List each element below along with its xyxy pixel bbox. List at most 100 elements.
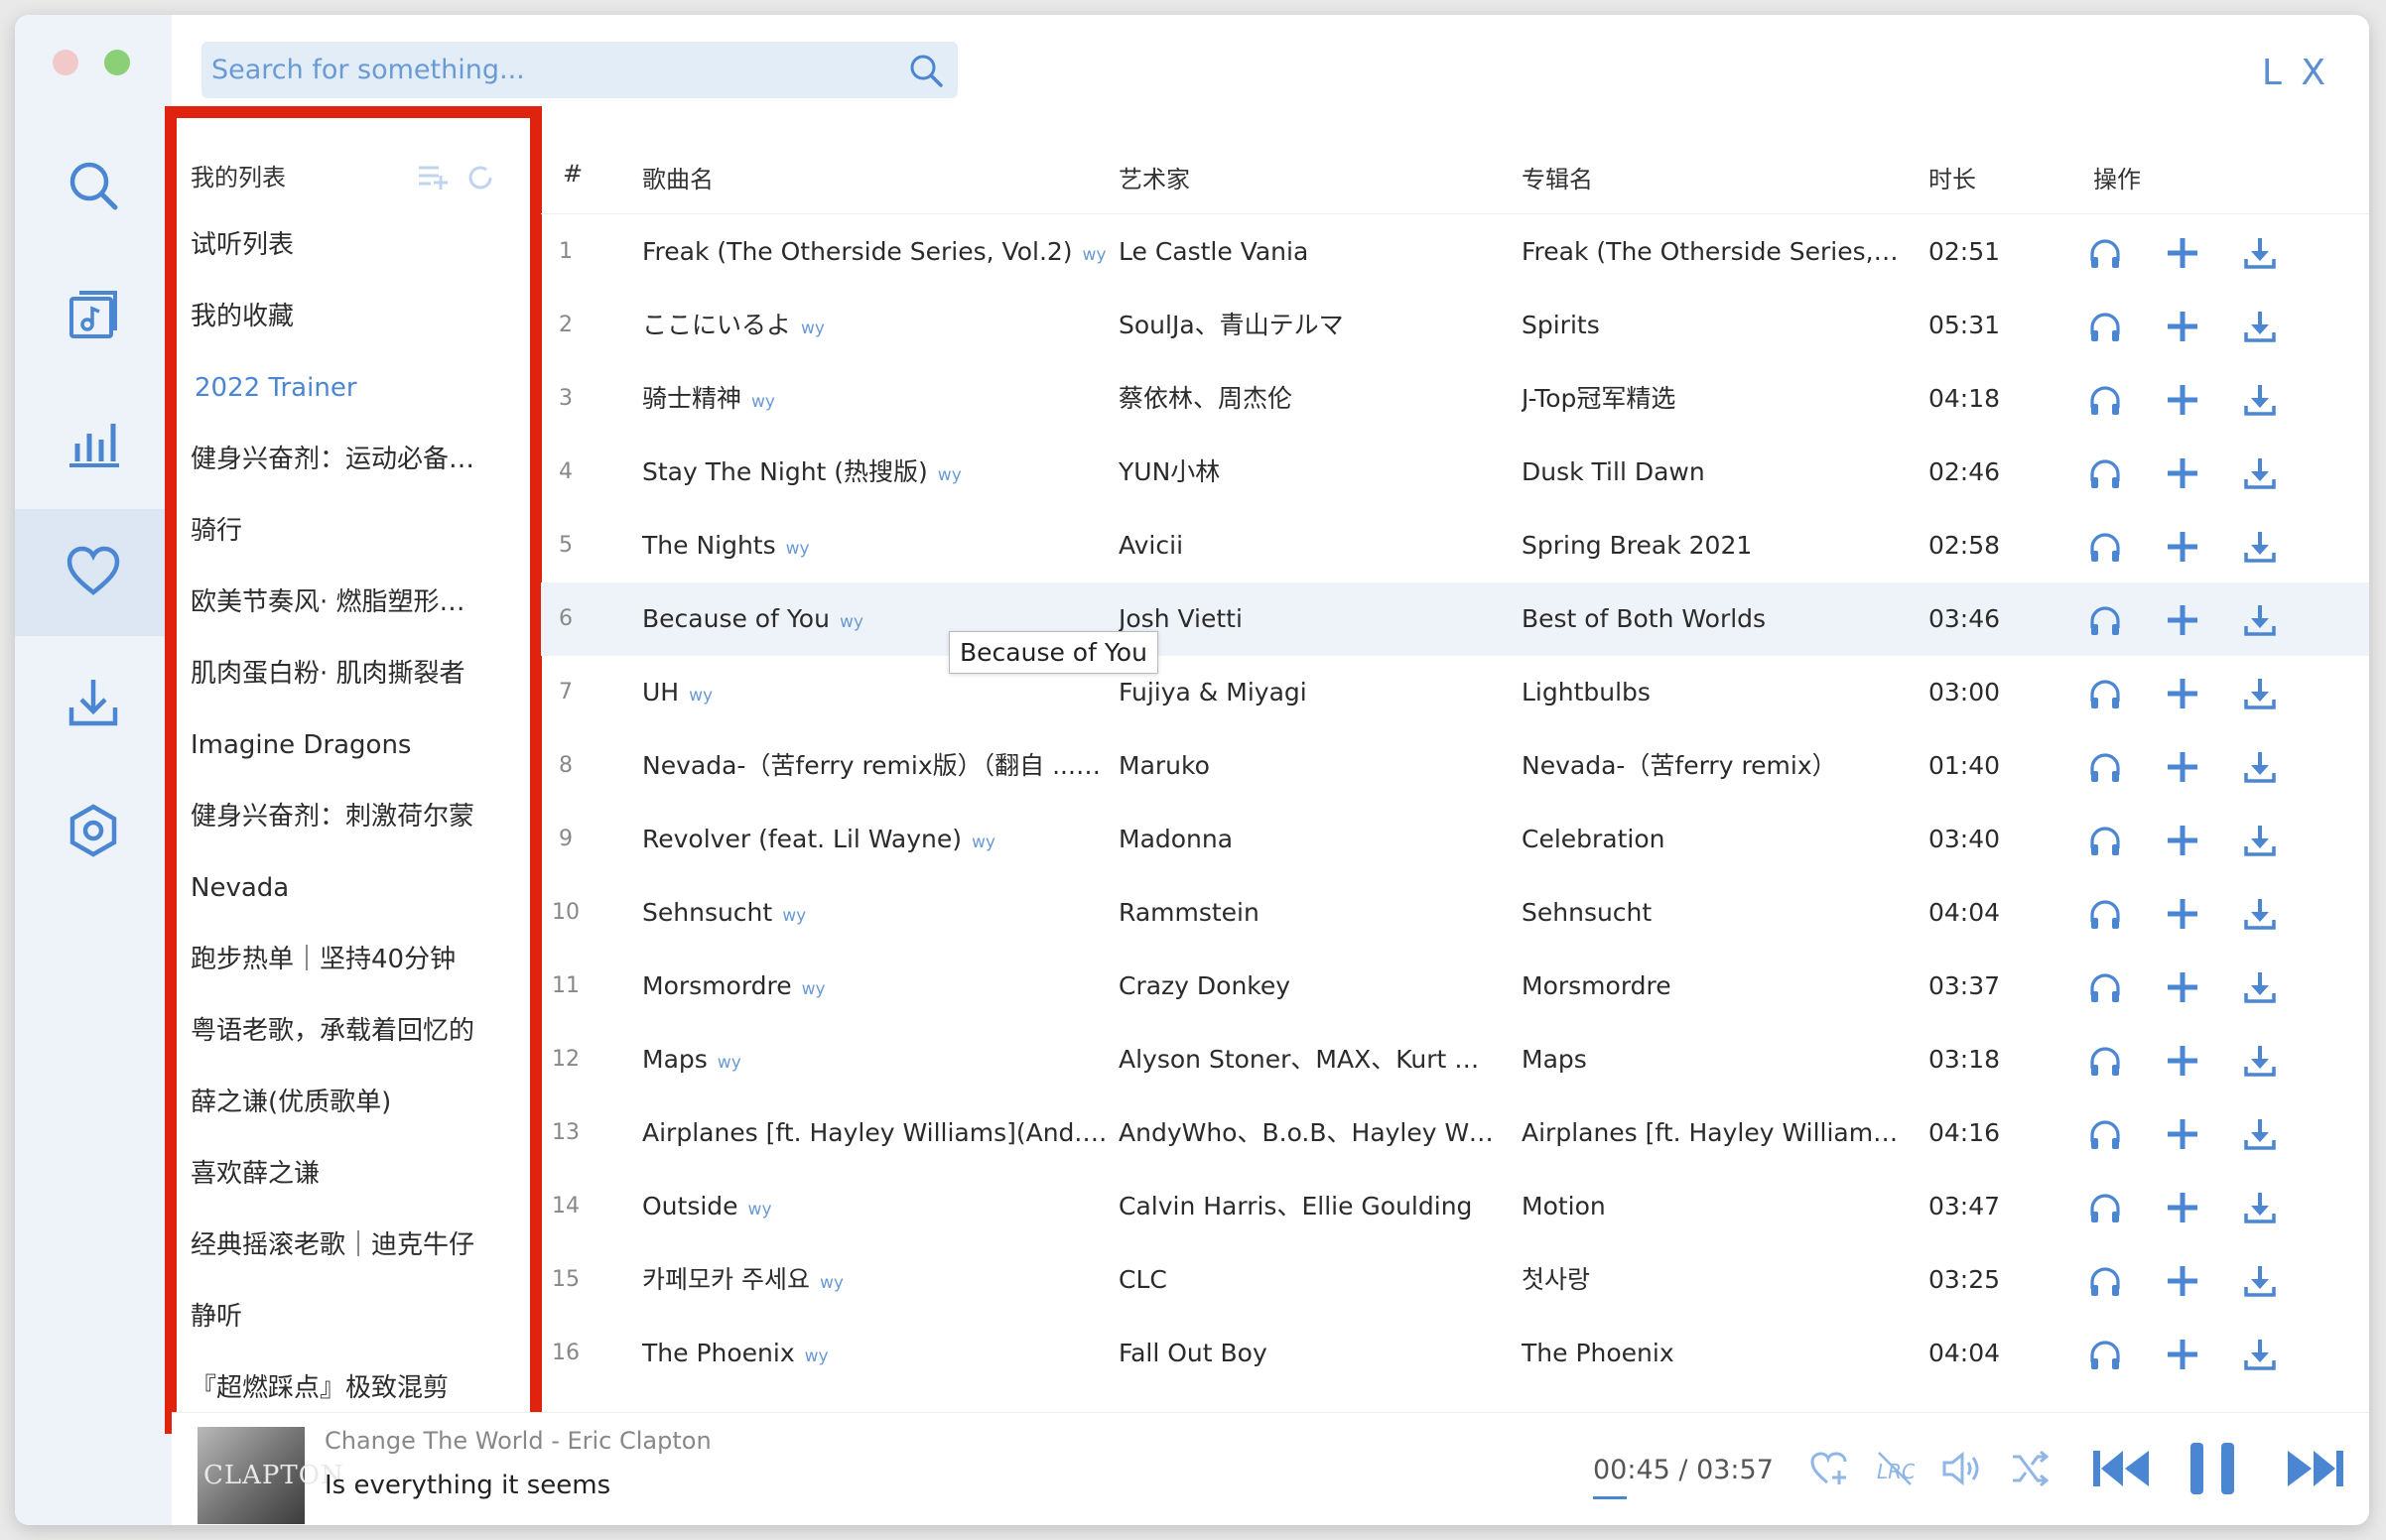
table-row[interactable]: 4 Stay The Night (热搜版) wy YUN小林 Dusk Till Da… (541, 436, 2369, 509)
add-to-list-icon[interactable] (2163, 1041, 2202, 1081)
download-song-icon[interactable] (2240, 380, 2280, 420)
minimize-window-button[interactable] (104, 50, 130, 75)
song-name[interactable]: Revolver (feat. Lil Wayne) wy (642, 803, 1109, 876)
nav-search[interactable] (15, 122, 172, 249)
play-headphone-icon[interactable] (2085, 233, 2125, 273)
playlist-item[interactable]: 经典摇滚老歌｜迪克牛仔 (169, 1210, 488, 1281)
add-to-list-icon[interactable] (2163, 233, 2202, 273)
playlist-item[interactable]: 肌肉蛋白粉· 肌肉撕裂者 (169, 638, 488, 709)
add-to-list-icon[interactable] (2163, 894, 2202, 934)
nav-leaderboard[interactable] (15, 380, 172, 507)
download-song-icon[interactable] (2240, 453, 2280, 493)
close-window-button[interactable] (53, 50, 78, 75)
previous-button[interactable] (2091, 1445, 2151, 1492)
lyric-button[interactable]: LRC (1875, 1449, 1915, 1488)
add-to-list-icon[interactable] (2163, 453, 2202, 493)
table-row[interactable]: 7 UH wy Fujiya & Miyagi Lightbulbs 03:00 (541, 656, 2369, 729)
nav-song-list[interactable] (15, 251, 172, 378)
download-song-icon[interactable] (2240, 1114, 2280, 1154)
progress-bar[interactable] (1593, 1496, 1627, 1499)
playlist-item[interactable]: 喜欢薛之谦 (169, 1138, 488, 1210)
favorite-button[interactable] (1809, 1449, 1849, 1488)
song-name[interactable]: Stay The Night (热搜版) wy (642, 436, 1109, 509)
search-box[interactable] (201, 42, 958, 98)
play-headphone-icon[interactable] (2085, 380, 2125, 420)
nav-my-list[interactable] (15, 509, 172, 636)
playlist-item[interactable]: Nevada (169, 852, 488, 924)
download-song-icon[interactable] (2240, 233, 2280, 273)
playlist-item[interactable]: 薛之谦(优质歌单) (169, 1067, 488, 1138)
add-to-list-icon[interactable] (2163, 527, 2202, 567)
table-row[interactable]: 14 Outside wy Calvin Harris、Ellie Goulding M… (541, 1170, 2369, 1243)
song-name[interactable]: Airplanes [ft. Hayley Williams](And... wy (642, 1096, 1109, 1170)
playlist-item[interactable]: 粤语老歌，承载着回忆的 (169, 995, 488, 1067)
table-row[interactable]: 2 ここにいるよ wy SoulJa、青山テルマ Spirits 05:31 (541, 289, 2369, 362)
playlist-item[interactable]: Imagine Dragons (169, 709, 488, 781)
play-headphone-icon[interactable] (2085, 600, 2125, 640)
table-row[interactable]: 15 카페모카 주세요 wy CLC 첫사랑 03:25 (541, 1243, 2369, 1317)
add-to-list-icon[interactable] (2163, 307, 2202, 346)
play-headphone-icon[interactable] (2085, 674, 2125, 713)
playlist-item[interactable]: › 2022 Trainer (169, 352, 488, 424)
playlist-item[interactable]: 静听 (169, 1281, 488, 1352)
play-headphone-icon[interactable] (2085, 1188, 2125, 1227)
download-song-icon[interactable] (2240, 600, 2280, 640)
song-name[interactable]: Freak (The Otherside Series, Vol.2) wy (642, 215, 1109, 289)
play-headphone-icon[interactable] (2085, 1041, 2125, 1081)
playlist-item[interactable]: 健身兴奋剂：运动必备粤语 (169, 424, 488, 495)
add-to-list-icon[interactable] (2163, 1114, 2202, 1154)
download-song-icon[interactable] (2240, 747, 2280, 787)
song-name[interactable]: Outside wy (642, 1170, 1109, 1243)
download-song-icon[interactable] (2240, 1188, 2280, 1227)
add-to-list-icon[interactable] (2163, 1261, 2202, 1301)
album-cover[interactable]: CLAPTON (198, 1427, 343, 1524)
table-row[interactable]: 6 Because of You wy Josh Vietti Best of Both… (541, 582, 2369, 656)
nav-settings[interactable] (15, 767, 172, 894)
add-to-list-icon[interactable] (2163, 747, 2202, 787)
song-name[interactable]: The Nights wy (642, 509, 1109, 582)
download-song-icon[interactable] (2240, 894, 2280, 934)
table-row[interactable]: 3 骑士精神 wy 蔡依林、周杰伦 J-Top冠军精选 04:18 (541, 362, 2369, 436)
table-row[interactable]: 13 Airplanes [ft. Hayley Williams](And...… (541, 1096, 2369, 1170)
download-song-icon[interactable] (2240, 821, 2280, 860)
add-to-list-icon[interactable] (2163, 1188, 2202, 1227)
download-song-icon[interactable] (2240, 1335, 2280, 1374)
pause-button[interactable] (2187, 1441, 2238, 1496)
playlist-item[interactable]: 骑行 (169, 495, 488, 567)
song-name[interactable]: Nevada-（苦ferry remix版）（翻自 ... wy (642, 729, 1109, 803)
table-row[interactable]: 10 Sehnsucht wy Rammstein Sehnsucht 04:04 (541, 876, 2369, 950)
nav-download[interactable] (15, 638, 172, 765)
table-row[interactable]: 16 The Phoenix wy Fall Out Boy The Phoenix 04… (541, 1317, 2369, 1390)
download-song-icon[interactable] (2240, 967, 2280, 1007)
table-row[interactable]: 9 Revolver (feat. Lil Wayne) wy Madonna Cele… (541, 803, 2369, 876)
play-headphone-icon[interactable] (2085, 1335, 2125, 1374)
download-song-icon[interactable] (2240, 307, 2280, 346)
table-row[interactable]: 8 Nevada-（苦ferry remix版）（翻自 ... wy Maruko Ne… (541, 729, 2369, 803)
play-headphone-icon[interactable] (2085, 894, 2125, 934)
download-song-icon[interactable] (2240, 527, 2280, 567)
play-headphone-icon[interactable] (2085, 967, 2125, 1007)
play-headphone-icon[interactable] (2085, 747, 2125, 787)
add-to-list-icon[interactable] (2163, 1335, 2202, 1374)
add-playlist-icon[interactable] (417, 162, 496, 192)
song-name[interactable]: 骑士精神 wy (642, 362, 1109, 436)
playlist-item[interactable]: 跑步热单｜坚持40分钟 (169, 924, 488, 995)
play-headphone-icon[interactable] (2085, 1261, 2125, 1301)
download-song-icon[interactable] (2240, 1261, 2280, 1301)
play-headphone-icon[interactable] (2085, 527, 2125, 567)
playlist-item[interactable]: 欧美节奏风· 燃脂塑形必备 (169, 567, 488, 638)
add-to-list-icon[interactable] (2163, 967, 2202, 1007)
next-button[interactable] (2286, 1445, 2345, 1492)
shuffle-button[interactable] (2010, 1449, 2050, 1488)
play-headphone-icon[interactable] (2085, 453, 2125, 493)
table-row[interactable]: 12 Maps wy Alyson Stoner、MAX、Kurt Hug... Map… (541, 1023, 2369, 1096)
song-name[interactable]: Maps wy (642, 1023, 1109, 1096)
play-headphone-icon[interactable] (2085, 1114, 2125, 1154)
song-name[interactable]: 카페모카 주세요 wy (642, 1243, 1109, 1317)
download-song-icon[interactable] (2240, 1041, 2280, 1081)
playlist-item[interactable]: 我的收藏 (169, 281, 488, 352)
add-to-list-icon[interactable] (2163, 674, 2202, 713)
add-to-list-icon[interactable] (2163, 821, 2202, 860)
song-name[interactable]: Morsmordre wy (642, 950, 1109, 1023)
table-row[interactable]: 5 The Nights wy Avicii Spring Break 2021 02:5… (541, 509, 2369, 582)
